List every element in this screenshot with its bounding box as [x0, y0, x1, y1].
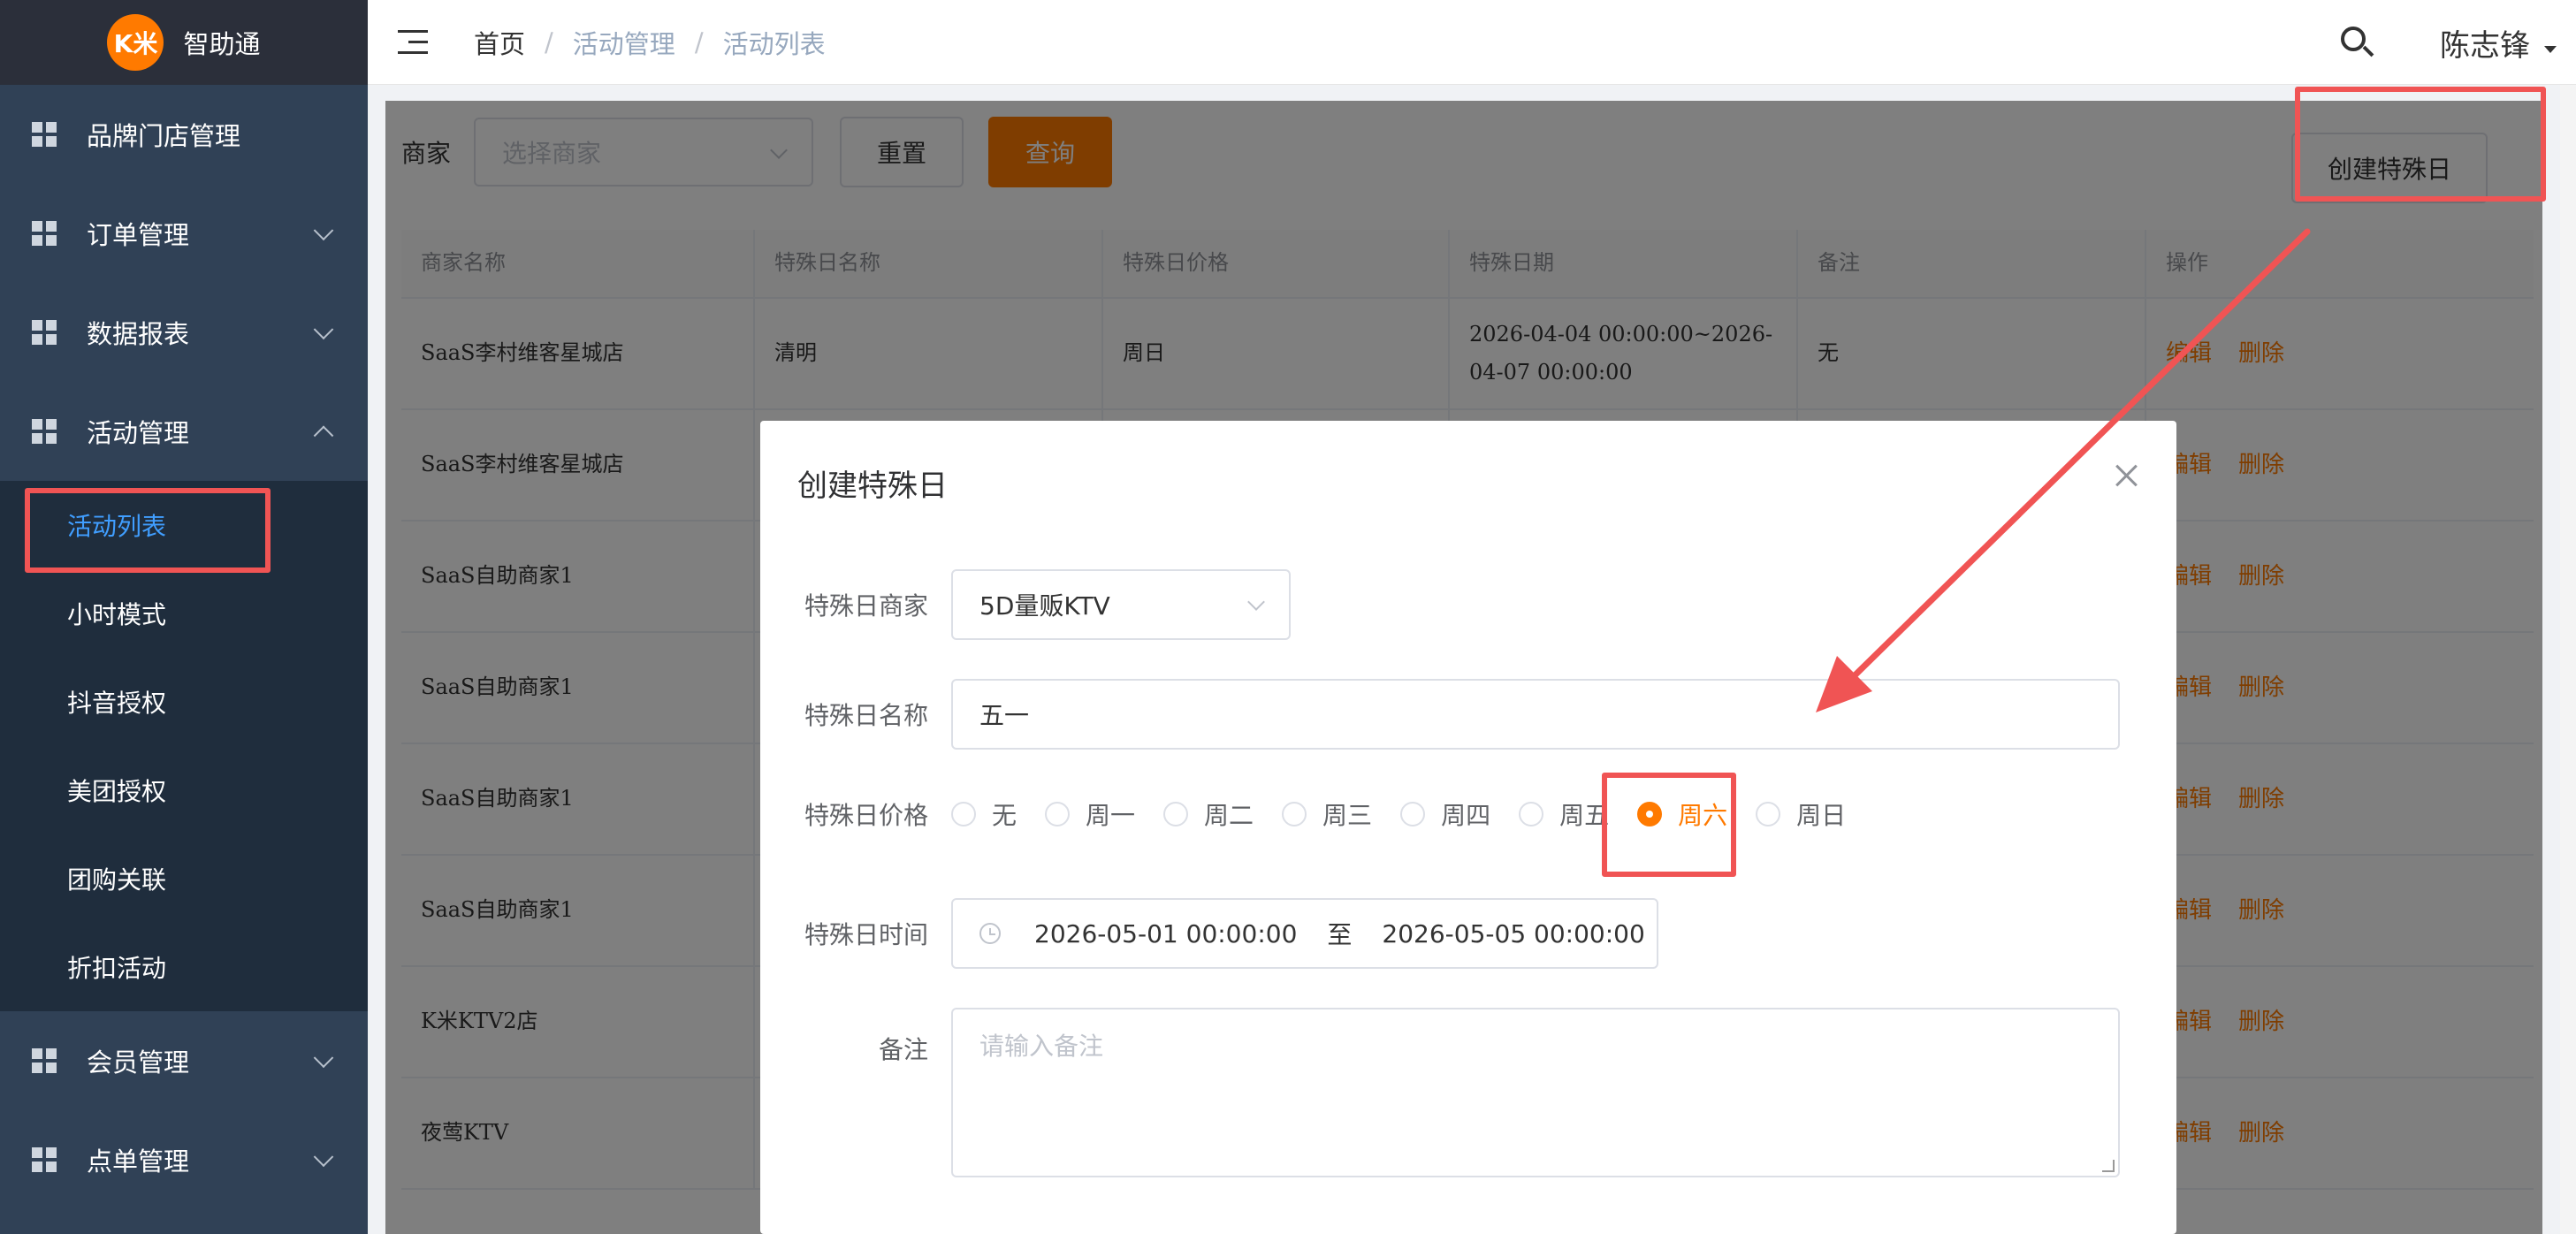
- menu-item-members[interactable]: 会员管理: [0, 1011, 368, 1110]
- menu-item-ordering[interactable]: 点单管理: [0, 1110, 368, 1209]
- highlight-box-saturday: [1602, 773, 1736, 877]
- form-row-name: 特殊日名称 五一: [760, 679, 2176, 750]
- radio-sunday[interactable]: 周日: [1756, 796, 1846, 832]
- app-name: 智助通: [183, 29, 261, 59]
- menu-label: 数据报表: [87, 319, 190, 349]
- radio-circle: [1519, 802, 1544, 826]
- chevron-down-icon: [1247, 593, 1265, 611]
- date-range-picker[interactable]: 2026-05-01 00:00:00 至 2026-05-05 00:00:0…: [951, 898, 1658, 969]
- grid-icon: [32, 320, 57, 345]
- dialog-title: 创建特殊日: [797, 468, 948, 504]
- radio-thursday[interactable]: 周四: [1400, 796, 1490, 832]
- breadcrumb-separator: /: [694, 27, 704, 57]
- radio-circle: [1163, 802, 1189, 826]
- search-icon[interactable]: [2341, 27, 2374, 58]
- radio-circle: [1400, 802, 1426, 826]
- radio-circle: [1756, 802, 1781, 826]
- submenu-item-group-buy[interactable]: 团购关联: [0, 834, 368, 923]
- user-name[interactable]: 陈志锋: [2440, 21, 2530, 65]
- form-row-price: 特殊日价格 无 周一 周二 周三 周四 周五 周六 周日: [760, 783, 2176, 845]
- radio-none[interactable]: 无: [951, 796, 1017, 832]
- resize-handle[interactable]: [2102, 1160, 2115, 1172]
- highlight-box-activity-list: [25, 488, 271, 573]
- range-separator: 至: [1327, 920, 1353, 949]
- date-start[interactable]: 2026-05-01 00:00:00: [1034, 919, 1297, 948]
- menu-item-reports[interactable]: 数据报表: [0, 283, 368, 382]
- breadcrumb-separator: /: [545, 27, 553, 57]
- form-row-merchant: 特殊日商家 5D量贩KTV: [760, 569, 2176, 640]
- radio-monday[interactable]: 周一: [1045, 796, 1135, 832]
- note-textarea[interactable]: 请输入备注: [951, 1008, 2120, 1177]
- note-placeholder: 请输入备注: [979, 1032, 1104, 1061]
- submenu-item-meituan-auth[interactable]: 美团授权: [0, 746, 368, 834]
- logo: K米: [107, 14, 164, 71]
- chevron-down-icon: [313, 1047, 334, 1069]
- submenu-item-hour-mode[interactable]: 小时模式: [0, 569, 368, 658]
- radio-tuesday[interactable]: 周二: [1163, 796, 1254, 832]
- merchant-select[interactable]: 5D量贩KTV: [951, 569, 1291, 640]
- menu-item-orders[interactable]: 订单管理: [0, 184, 368, 283]
- radio-circle: [1045, 802, 1071, 826]
- clock-icon: [979, 923, 1001, 944]
- name-label: 特殊日名称: [804, 701, 928, 730]
- menu-label: 活动管理: [87, 418, 190, 448]
- menu-label: 订单管理: [87, 220, 190, 250]
- radio-circle: [1282, 802, 1307, 826]
- date-end[interactable]: 2026-05-05 00:00:00: [1382, 919, 1644, 948]
- highlight-box-create-button: [2295, 87, 2546, 202]
- close-icon[interactable]: [2115, 463, 2139, 488]
- merchant-label: 特殊日商家: [804, 591, 928, 621]
- menu-label: 会员管理: [87, 1047, 190, 1078]
- chevron-up-icon: [313, 425, 334, 446]
- name-input[interactable]: 五一: [951, 679, 2120, 750]
- grid-icon: [32, 419, 57, 444]
- submenu-item-douyin-auth[interactable]: 抖音授权: [0, 658, 368, 746]
- scrollbar[interactable]: [2560, 85, 2576, 1234]
- chevron-down-icon: [313, 1146, 334, 1168]
- merchant-value: 5D量贩KTV: [979, 591, 1110, 621]
- sidebar: K米 智助通 品牌门店管理 订单管理 数据报表 活动管理 活动列表 小时模式 抖…: [0, 0, 368, 1234]
- grid-icon: [32, 1147, 57, 1172]
- menu-label: 点单管理: [87, 1146, 190, 1177]
- breadcrumb-activity-list: 活动列表: [722, 28, 826, 59]
- breadcrumb: 首页 / 活动管理 / 活动列表: [474, 24, 826, 61]
- form-row-time: 特殊日时间 2026-05-01 00:00:00 至 2026-05-05 0…: [760, 898, 2176, 969]
- form-row-note: 备注 请输入备注: [760, 1008, 2176, 1177]
- submenu-item-discount[interactable]: 折扣活动: [0, 923, 368, 1011]
- create-special-day-dialog: 创建特殊日 特殊日商家 5D量贩KTV 特殊日名称 五一 特殊日价格 无 周一 …: [760, 421, 2176, 1234]
- menu-item-activities[interactable]: 活动管理: [0, 382, 368, 481]
- breadcrumb-activity-mgmt[interactable]: 活动管理: [573, 24, 675, 61]
- price-label: 特殊日价格: [804, 801, 928, 830]
- note-label: 备注: [878, 1035, 928, 1064]
- menu-label: 品牌门店管理: [87, 121, 241, 151]
- radio-circle: [951, 802, 976, 826]
- breadcrumb-home[interactable]: 首页: [474, 24, 525, 61]
- name-value: 五一: [979, 701, 1030, 730]
- chevron-down-icon: [313, 220, 334, 241]
- chevron-down-icon: [313, 319, 334, 340]
- radio-friday[interactable]: 周五: [1519, 796, 1609, 832]
- hamburger-icon[interactable]: [398, 29, 428, 55]
- caret-down-icon[interactable]: [2544, 46, 2557, 53]
- menu-item-brand-store[interactable]: 品牌门店管理: [0, 85, 368, 184]
- time-label: 特殊日时间: [804, 920, 928, 949]
- grid-icon: [32, 1048, 57, 1073]
- grid-icon: [32, 221, 57, 246]
- header-right: 陈志锋: [2341, 0, 2557, 85]
- radio-wednesday[interactable]: 周三: [1282, 796, 1372, 832]
- logo-bar: K米 智助通: [0, 0, 368, 85]
- grid-icon: [32, 122, 57, 147]
- top-header: 首页 / 活动管理 / 活动列表 陈志锋: [368, 0, 2576, 85]
